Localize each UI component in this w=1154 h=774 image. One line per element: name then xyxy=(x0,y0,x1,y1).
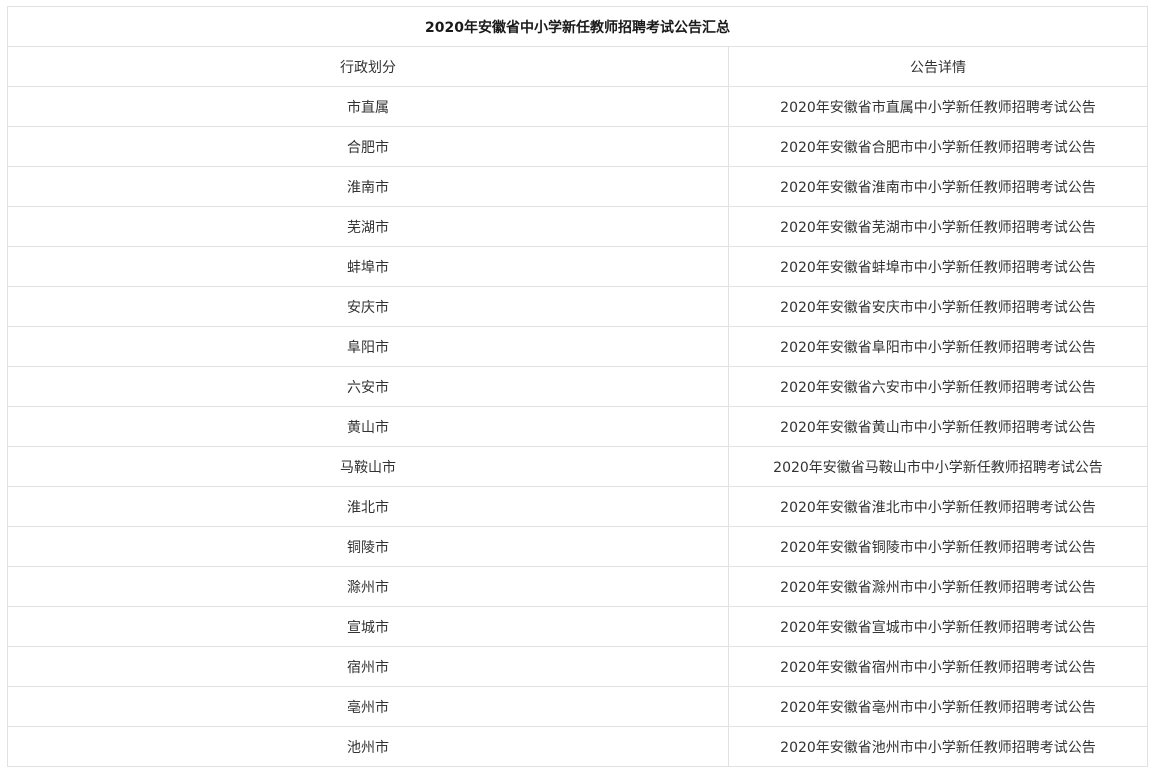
notice-cell: 2020年安徽省滁州市中小学新任教师招聘考试公告 xyxy=(728,566,1148,607)
notice-link[interactable]: 2020年安徽省合肥市中小学新任教师招聘考试公告 xyxy=(780,140,1096,156)
notice-link[interactable]: 2020年安徽省六安市中小学新任教师招聘考试公告 xyxy=(780,380,1096,396)
table-row: 滁州市 2020年安徽省滁州市中小学新任教师招聘考试公告 xyxy=(7,566,1148,607)
notice-link[interactable]: 2020年安徽省亳州市中小学新任教师招聘考试公告 xyxy=(780,700,1096,716)
notice-link[interactable]: 2020年安徽省安庆市中小学新任教师招聘考试公告 xyxy=(780,300,1096,316)
region-cell: 黄山市 xyxy=(7,406,729,447)
region-cell: 合肥市 xyxy=(7,126,729,167)
table-row: 阜阳市 2020年安徽省阜阳市中小学新任教师招聘考试公告 xyxy=(7,326,1148,367)
region-cell: 滁州市 xyxy=(7,566,729,607)
table-row: 宣城市 2020年安徽省宣城市中小学新任教师招聘考试公告 xyxy=(7,606,1148,647)
notice-cell: 2020年安徽省阜阳市中小学新任教师招聘考试公告 xyxy=(728,326,1148,367)
notice-cell: 2020年安徽省宣城市中小学新任教师招聘考试公告 xyxy=(728,606,1148,647)
region-cell: 蚌埠市 xyxy=(7,246,729,287)
notice-link[interactable]: 2020年安徽省阜阳市中小学新任教师招聘考试公告 xyxy=(780,340,1096,356)
region-cell: 安庆市 xyxy=(7,286,729,327)
notice-cell: 2020年安徽省铜陵市中小学新任教师招聘考试公告 xyxy=(728,526,1148,567)
notice-link[interactable]: 2020年安徽省蚌埠市中小学新任教师招聘考试公告 xyxy=(780,260,1096,276)
announcement-table-container: 2020年安徽省中小学新任教师招聘考试公告汇总 行政划分 公告详情 市直属 202… xyxy=(7,6,1148,767)
table-row: 芜湖市 2020年安徽省芜湖市中小学新任教师招聘考试公告 xyxy=(7,206,1148,247)
region-cell: 亳州市 xyxy=(7,686,729,727)
announcement-table: 2020年安徽省中小学新任教师招聘考试公告汇总 行政划分 公告详情 市直属 202… xyxy=(7,6,1148,767)
notice-link[interactable]: 2020年安徽省宿州市中小学新任教师招聘考试公告 xyxy=(780,660,1096,676)
table-title-row: 2020年安徽省中小学新任教师招聘考试公告汇总 xyxy=(7,6,1148,47)
region-cell: 淮南市 xyxy=(7,166,729,207)
table-row: 合肥市 2020年安徽省合肥市中小学新任教师招聘考试公告 xyxy=(7,126,1148,167)
table-row: 池州市 2020年安徽省池州市中小学新任教师招聘考试公告 xyxy=(7,726,1148,767)
region-cell: 淮北市 xyxy=(7,486,729,527)
notice-cell: 2020年安徽省黄山市中小学新任教师招聘考试公告 xyxy=(728,406,1148,447)
notice-link[interactable]: 2020年安徽省芜湖市中小学新任教师招聘考试公告 xyxy=(780,220,1096,236)
notice-cell: 2020年安徽省亳州市中小学新任教师招聘考试公告 xyxy=(728,686,1148,727)
table-header-row: 行政划分 公告详情 xyxy=(7,46,1148,87)
notice-link[interactable]: 2020年安徽省铜陵市中小学新任教师招聘考试公告 xyxy=(780,540,1096,556)
notice-link[interactable]: 2020年安徽省池州市中小学新任教师招聘考试公告 xyxy=(780,740,1096,756)
notice-cell: 2020年安徽省淮南市中小学新任教师招聘考试公告 xyxy=(728,166,1148,207)
notice-cell: 2020年安徽省芜湖市中小学新任教师招聘考试公告 xyxy=(728,206,1148,247)
column-header-notice: 公告详情 xyxy=(728,46,1148,87)
table-row: 宿州市 2020年安徽省宿州市中小学新任教师招聘考试公告 xyxy=(7,646,1148,687)
notice-cell: 2020年安徽省六安市中小学新任教师招聘考试公告 xyxy=(728,366,1148,407)
region-cell: 芜湖市 xyxy=(7,206,729,247)
region-cell: 马鞍山市 xyxy=(7,446,729,487)
notice-link[interactable]: 2020年安徽省滁州市中小学新任教师招聘考试公告 xyxy=(780,580,1096,596)
region-cell: 宣城市 xyxy=(7,606,729,647)
region-cell: 阜阳市 xyxy=(7,326,729,367)
notice-link[interactable]: 2020年安徽省宣城市中小学新任教师招聘考试公告 xyxy=(780,620,1096,636)
notice-cell: 2020年安徽省宿州市中小学新任教师招聘考试公告 xyxy=(728,646,1148,687)
notice-link[interactable]: 2020年安徽省马鞍山市中小学新任教师招聘考试公告 xyxy=(773,460,1103,476)
notice-cell: 2020年安徽省市直属中小学新任教师招聘考试公告 xyxy=(728,86,1148,127)
notice-cell: 2020年安徽省安庆市中小学新任教师招聘考试公告 xyxy=(728,286,1148,327)
table-row: 铜陵市 2020年安徽省铜陵市中小学新任教师招聘考试公告 xyxy=(7,526,1148,567)
table-row: 淮北市 2020年安徽省淮北市中小学新任教师招聘考试公告 xyxy=(7,486,1148,527)
notice-cell: 2020年安徽省池州市中小学新任教师招聘考试公告 xyxy=(728,726,1148,767)
table-row: 黄山市 2020年安徽省黄山市中小学新任教师招聘考试公告 xyxy=(7,406,1148,447)
table-row: 亳州市 2020年安徽省亳州市中小学新任教师招聘考试公告 xyxy=(7,686,1148,727)
table-row: 安庆市 2020年安徽省安庆市中小学新任教师招聘考试公告 xyxy=(7,286,1148,327)
table-body: 市直属 2020年安徽省市直属中小学新任教师招聘考试公告合肥市 2020年安徽省合肥… xyxy=(7,86,1148,767)
notice-cell: 2020年安徽省淮北市中小学新任教师招聘考试公告 xyxy=(728,486,1148,527)
region-cell: 六安市 xyxy=(7,366,729,407)
table-title: 2020年安徽省中小学新任教师招聘考试公告汇总 xyxy=(7,6,1148,47)
column-header-region: 行政划分 xyxy=(7,46,729,87)
notice-cell: 2020年安徽省合肥市中小学新任教师招聘考试公告 xyxy=(728,126,1148,167)
region-cell: 铜陵市 xyxy=(7,526,729,567)
region-cell: 市直属 xyxy=(7,86,729,127)
region-cell: 池州市 xyxy=(7,726,729,767)
table-row: 淮南市 2020年安徽省淮南市中小学新任教师招聘考试公告 xyxy=(7,166,1148,207)
table-row: 市直属 2020年安徽省市直属中小学新任教师招聘考试公告 xyxy=(7,86,1148,127)
notice-link[interactable]: 2020年安徽省黄山市中小学新任教师招聘考试公告 xyxy=(780,420,1096,436)
notice-cell: 2020年安徽省蚌埠市中小学新任教师招聘考试公告 xyxy=(728,246,1148,287)
notice-link[interactable]: 2020年安徽省市直属中小学新任教师招聘考试公告 xyxy=(780,100,1096,116)
notice-link[interactable]: 2020年安徽省淮北市中小学新任教师招聘考试公告 xyxy=(780,500,1096,516)
table-row: 六安市 2020年安徽省六安市中小学新任教师招聘考试公告 xyxy=(7,366,1148,407)
notice-cell: 2020年安徽省马鞍山市中小学新任教师招聘考试公告 xyxy=(728,446,1148,487)
table-row: 马鞍山市 2020年安徽省马鞍山市中小学新任教师招聘考试公告 xyxy=(7,446,1148,487)
notice-link[interactable]: 2020年安徽省淮南市中小学新任教师招聘考试公告 xyxy=(780,180,1096,196)
table-row: 蚌埠市 2020年安徽省蚌埠市中小学新任教师招聘考试公告 xyxy=(7,246,1148,287)
region-cell: 宿州市 xyxy=(7,646,729,687)
